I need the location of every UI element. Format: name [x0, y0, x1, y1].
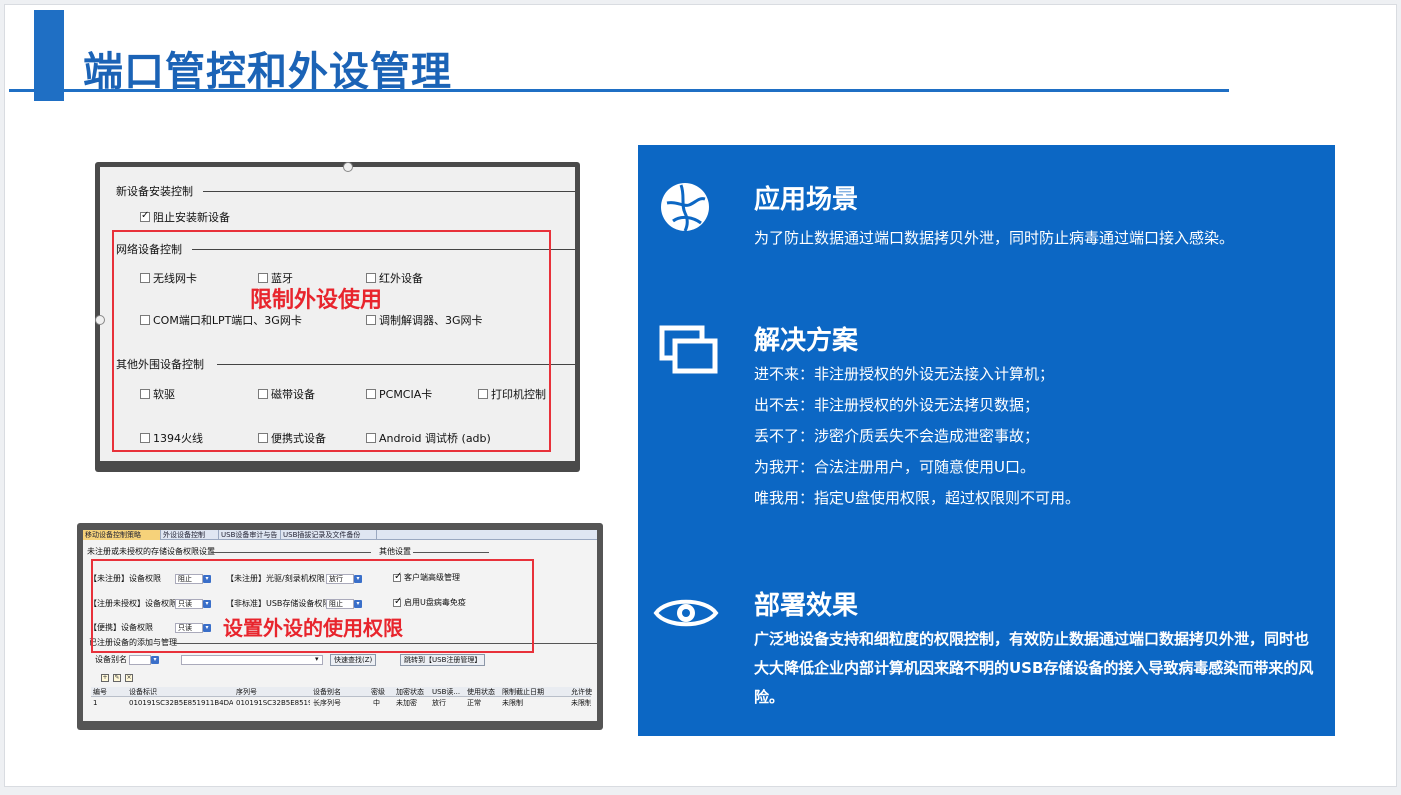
windows-icon: [659, 325, 719, 379]
annotation-limit-usage: 限制外设使用: [250, 288, 383, 313]
solution-line: 为我开：合法注册用户，可随意使用U口。: [754, 458, 1035, 476]
group-new-device: 新设备安装控制: [116, 185, 193, 198]
dropdown-arrow-icon[interactable]: ▾: [151, 656, 159, 664]
table-header: 编号 设备标识 序列号 设备别名 密级 加密状态 USB读... 使用状态 限制…: [91, 687, 592, 697]
effect-title: 部署效果: [754, 591, 859, 621]
scene-text: 为了防止数据通过端口数据拷贝外泄，同时防止病毒通过端口接入感染。: [754, 229, 1235, 247]
group-storage-permission: 未注册或未授权的存储设备权限设置: [87, 547, 215, 556]
filter-field-label: 设备别名: [95, 655, 127, 664]
tab-usb-audit[interactable]: USB设备审计与告警: [219, 530, 281, 540]
jump-usb-register-button[interactable]: 跳转到【USB注册管理】: [400, 654, 486, 666]
resize-handle: [343, 162, 353, 172]
tab-bar: 移动设备控制策略 外设设备控制 USB设备审计与告警 USB插拔记录及文件备份: [83, 530, 597, 540]
effect-text: 广泛地设备支持和细粒度的权限控制，有效防止数据通过端口数据拷贝外泄，同时也大大降…: [754, 630, 1314, 706]
quick-search-button[interactable]: 快速查找(Z): [330, 654, 377, 666]
permission-settings-screenshot: 移动设备控制策略 外设设备控制 USB设备审计与告警 USB插拔记录及文件备份 …: [77, 523, 603, 730]
title-underline: [9, 89, 1229, 92]
tab-usb-record[interactable]: USB插拔记录及文件备份: [281, 530, 377, 540]
highlight-box: [112, 230, 551, 452]
device-control-screenshot: 新设备安装控制 阻止安装新设备 网络设备控制 无线网卡 蓝牙 红外设备 COM端…: [95, 162, 580, 472]
solution-line: 进不来：非注册授权的外设无法接入计算机；: [754, 365, 1055, 383]
resize-handle: [95, 315, 105, 325]
group-other-settings: 其他设置: [379, 547, 411, 556]
solution-line: 丢不了：涉密介质丢失不会造成泄密事故；: [754, 427, 1040, 445]
solution-line: 出不去：非注册授权的外设无法拷贝数据；: [754, 396, 1040, 414]
eye-icon: [653, 595, 719, 635]
solution-line: 唯我用：指定U盘使用权限，超过权限则不可用。: [754, 489, 1080, 507]
delete-icon[interactable]: ×: [125, 674, 133, 682]
edit-icon[interactable]: ✎: [113, 674, 121, 682]
scene-title: 应用场景: [754, 185, 859, 215]
annotation-set-permission: 设置外设的使用权限: [223, 616, 403, 640]
solution-title: 解决方案: [754, 326, 859, 356]
table-row[interactable]: 1 010191SC32B5E851911B4DAD9... 010191SC3…: [91, 698, 591, 708]
group-divider: [211, 552, 371, 553]
filter-value-input[interactable]: [181, 655, 323, 665]
tab-mobile-device-policy[interactable]: 移动设备控制策略: [83, 530, 161, 540]
group-divider: [413, 552, 489, 553]
add-icon[interactable]: +: [101, 674, 109, 682]
checkbox-checked[interactable]: [140, 210, 150, 222]
info-panel: 应用场景 为了防止数据通过端口数据拷贝外泄，同时防止病毒通过端口接入感染。 解决…: [638, 145, 1335, 736]
device-control-dialog: 新设备安装控制 阻止安装新设备 网络设备控制 无线网卡 蓝牙 红外设备 COM端…: [95, 162, 575, 461]
tab-peripheral-control[interactable]: 外设设备控制: [161, 530, 219, 540]
permission-settings-dialog: 移动设备控制策略 外设设备控制 USB设备审计与告警 USB插拔记录及文件备份 …: [83, 530, 597, 721]
block-new-device-checkbox[interactable]: 阻止安装新设备: [140, 209, 230, 225]
globe-icon: [659, 181, 711, 237]
filter-field-select[interactable]: [129, 655, 151, 665]
title-accent-bar: [34, 10, 64, 101]
dropdown-arrow-icon[interactable]: ▾: [315, 654, 319, 664]
group-divider: [203, 191, 575, 192]
